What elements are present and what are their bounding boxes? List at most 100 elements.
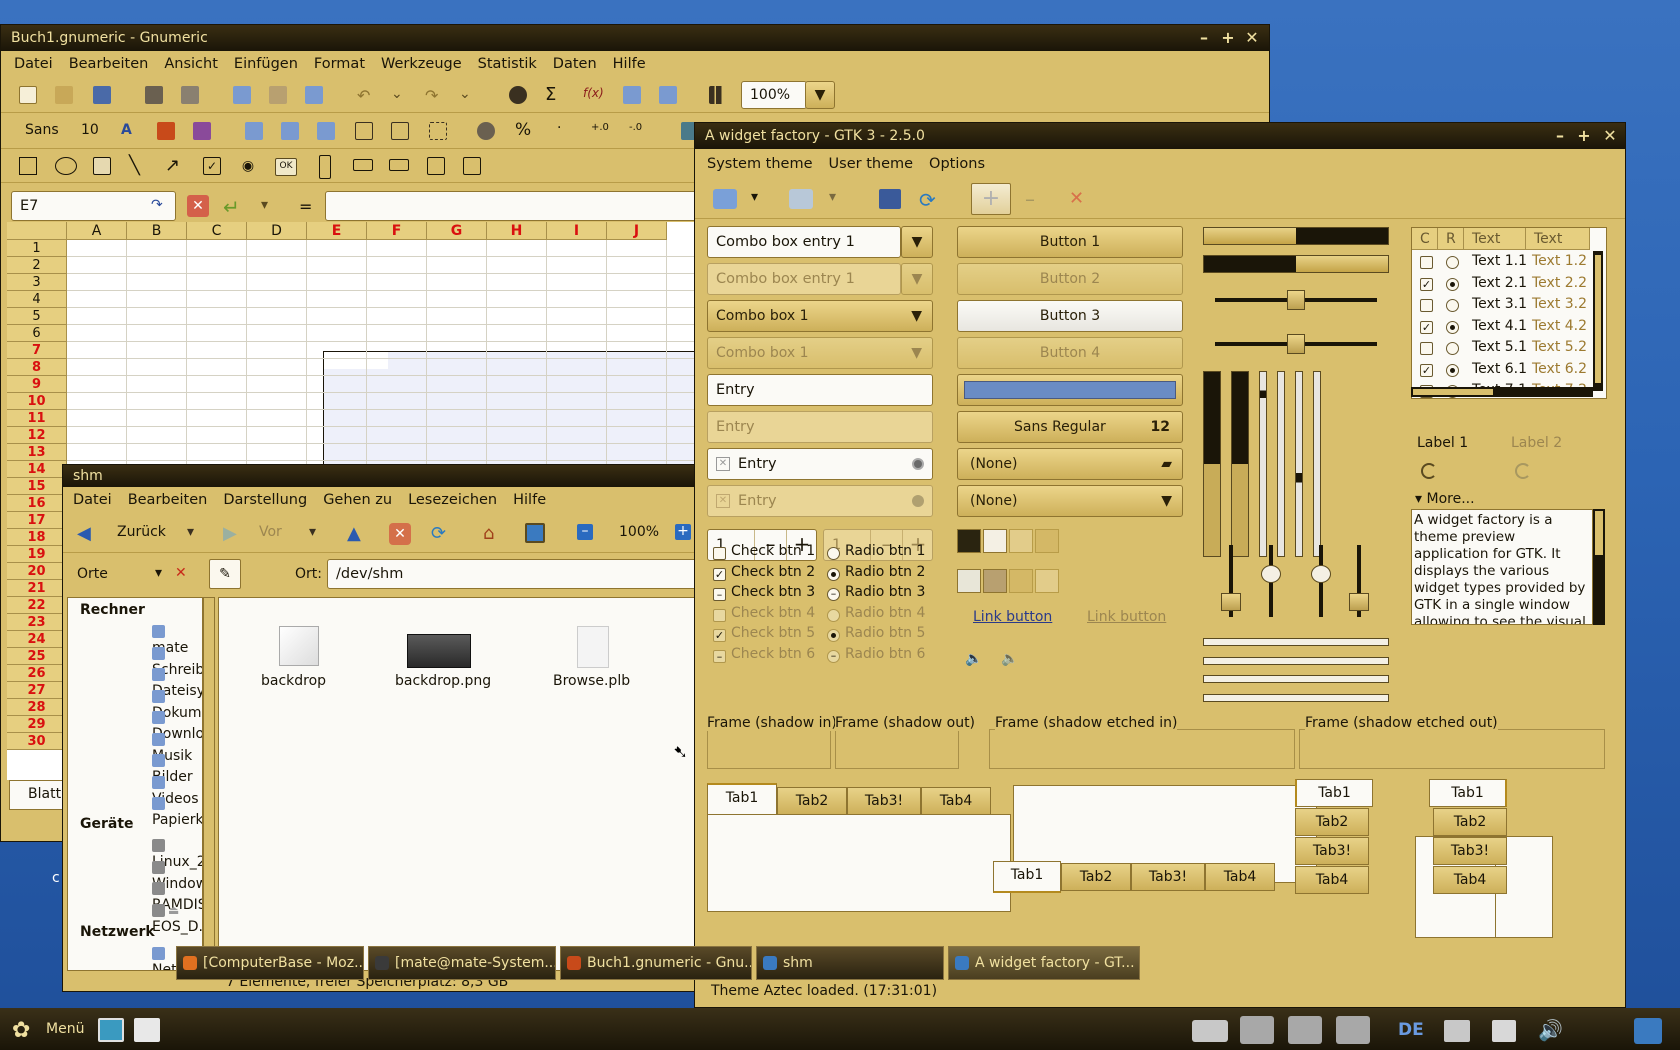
menu-lesezeichen[interactable]: Lesezeichen [400, 492, 505, 508]
column-header[interactable]: C [187, 222, 247, 240]
background-color-icon[interactable] [193, 122, 211, 140]
row-header[interactable]: 14 [7, 461, 67, 478]
icon-entry[interactable]: ✕ Entry [707, 448, 933, 480]
notebook-left-tab-2[interactable]: Tab2 [1295, 808, 1369, 836]
notebook-right-tab-1[interactable]: Tab1 [1429, 779, 1507, 807]
tree-radio[interactable] [1446, 320, 1459, 334]
radio-button[interactable] [827, 547, 840, 560]
notebook-top-tab-2[interactable]: Tab2 [777, 787, 847, 815]
combo-tool-icon[interactable] [463, 157, 481, 175]
chevron-down-icon[interactable]: ▾ [829, 189, 847, 207]
row-header[interactable]: 9 [7, 376, 67, 393]
row-header[interactable]: 10 [7, 393, 67, 410]
row-header[interactable]: 1 [7, 240, 67, 257]
tree-radio[interactable] [1446, 363, 1459, 377]
link-button-2[interactable]: Link button [1087, 609, 1166, 625]
menu-format[interactable]: Format [306, 56, 373, 72]
color-swatch[interactable] [983, 529, 1007, 553]
file-name[interactable]: backdrop [261, 673, 326, 689]
line-icon[interactable]: ╲ [129, 155, 147, 176]
slider-handle[interactable] [1287, 290, 1305, 310]
align-right-icon[interactable] [317, 122, 335, 140]
print-preview-icon[interactable] [181, 86, 199, 104]
column-header[interactable]: G [427, 222, 487, 240]
borders-icon[interactable] [429, 122, 447, 140]
taskbar-button[interactable]: A widget factory - GT... [948, 946, 1140, 980]
title-bar[interactable]: Buch1.gnumeric - Gnumeric [1, 25, 1269, 51]
show-desktop-icon[interactable] [98, 1018, 124, 1042]
column-header[interactable]: I [547, 222, 607, 240]
decrease-decimals-icon[interactable]: -.0 [629, 122, 647, 140]
chevron-down-icon[interactable]: ▾ [155, 565, 173, 583]
row-header[interactable]: 20 [7, 563, 67, 580]
slider-handle[interactable] [1261, 565, 1281, 583]
hyperlink-icon[interactable] [509, 86, 527, 104]
add-icon[interactable]: + [971, 183, 1011, 215]
printer-icon[interactable] [1492, 1020, 1516, 1042]
notebook-left-tab-3[interactable]: Tab3! [1295, 837, 1369, 865]
slider-handle[interactable] [1287, 334, 1305, 354]
radio-button[interactable] [827, 567, 840, 581]
sidebar-mode-label[interactable]: Orte [77, 566, 108, 582]
row-header[interactable]: 28 [7, 699, 67, 716]
column-header[interactable]: A [67, 222, 127, 240]
zoom-dropdown-button[interactable]: ▼ [805, 81, 835, 109]
tree-checkbox[interactable] [1420, 342, 1433, 355]
reload-icon[interactable]: ⟳ [431, 523, 449, 544]
menu-einfuegen[interactable]: Einfügen [226, 56, 306, 72]
link-button-1[interactable]: Link button [973, 609, 1052, 625]
row-header[interactable]: 11 [7, 410, 67, 427]
row-header[interactable]: 19 [7, 546, 67, 563]
sort-descending-icon[interactable] [659, 86, 677, 104]
notebook-bottom-tab-4[interactable]: Tab4 [1205, 863, 1275, 891]
column-header[interactable]: B [127, 222, 187, 240]
up-arrow-icon[interactable]: ▲ [347, 523, 365, 544]
column-header[interactable]: J [607, 222, 667, 240]
drive-icon[interactable] [1336, 1016, 1370, 1044]
color-swatch[interactable] [1009, 569, 1033, 593]
entry-clear-icon[interactable]: ✕ [716, 457, 730, 471]
text-view-scrollbar[interactable] [1593, 509, 1605, 625]
print-icon[interactable] [145, 86, 163, 104]
combo-box-entry-dropdown[interactable]: ▼ [901, 226, 933, 258]
tree-radio[interactable] [1446, 299, 1459, 312]
increase-decimals-icon[interactable]: +.0 [591, 122, 609, 140]
menu-bearbeiten[interactable]: Bearbeiten [120, 492, 216, 508]
file-name[interactable]: backdrop.png [395, 673, 491, 689]
minimize-icon[interactable]: – [1551, 127, 1569, 145]
spin-tool-icon[interactable] [319, 155, 331, 179]
menu-bearbeiten[interactable]: Bearbeiten [61, 56, 157, 72]
currency-icon[interactable] [477, 122, 495, 140]
chevron-down-icon[interactable]: ⌄ [391, 86, 409, 104]
tree-view[interactable]: C R Text Text Text 1.1 Text 1.2 ✓ Text 2.1 Text … [1411, 227, 1607, 399]
menu-werkzeuge[interactable]: Werkzeuge [373, 56, 470, 72]
row-header[interactable]: 16 [7, 495, 67, 512]
zoom-combo[interactable]: 100% [741, 81, 807, 109]
terminal-launcher-icon[interactable] [134, 1018, 160, 1042]
tree-radio[interactable] [1446, 256, 1459, 269]
menu-system-theme[interactable]: System theme [699, 156, 821, 172]
notebook-top-tab-1[interactable]: Tab1 [707, 783, 777, 815]
slider-handle[interactable] [1221, 593, 1241, 611]
frame-icon[interactable] [93, 157, 111, 175]
menu-hilfe[interactable]: Hilfe [605, 56, 654, 72]
tree-checkbox[interactable] [1420, 256, 1433, 269]
row-header[interactable]: 30 [7, 733, 67, 750]
row-header[interactable]: 22 [7, 597, 67, 614]
taskbar-button[interactable]: Buch1.gnumeric - Gnu... [560, 946, 752, 980]
menu-daten[interactable]: Daten [545, 56, 605, 72]
sidebar-scrollbar[interactable] [203, 597, 215, 971]
title-bar[interactable]: shm [63, 465, 761, 487]
chart-icon[interactable] [709, 86, 727, 104]
undo-icon[interactable]: ↶ [357, 86, 375, 105]
file-icon-backdrop[interactable] [279, 626, 319, 666]
tree-hscrollbar[interactable] [1411, 387, 1593, 397]
menu-user-theme[interactable]: User theme [821, 156, 922, 172]
color-swatch[interactable] [957, 529, 981, 553]
row-header[interactable]: 29 [7, 716, 67, 733]
radio-tool-icon[interactable]: ◉ [239, 157, 257, 175]
scale-vertical[interactable] [1313, 371, 1321, 557]
paste-icon[interactable] [305, 86, 323, 104]
notebook-bottom-tab-3[interactable]: Tab3! [1131, 863, 1205, 891]
color-swatch[interactable] [983, 569, 1007, 593]
